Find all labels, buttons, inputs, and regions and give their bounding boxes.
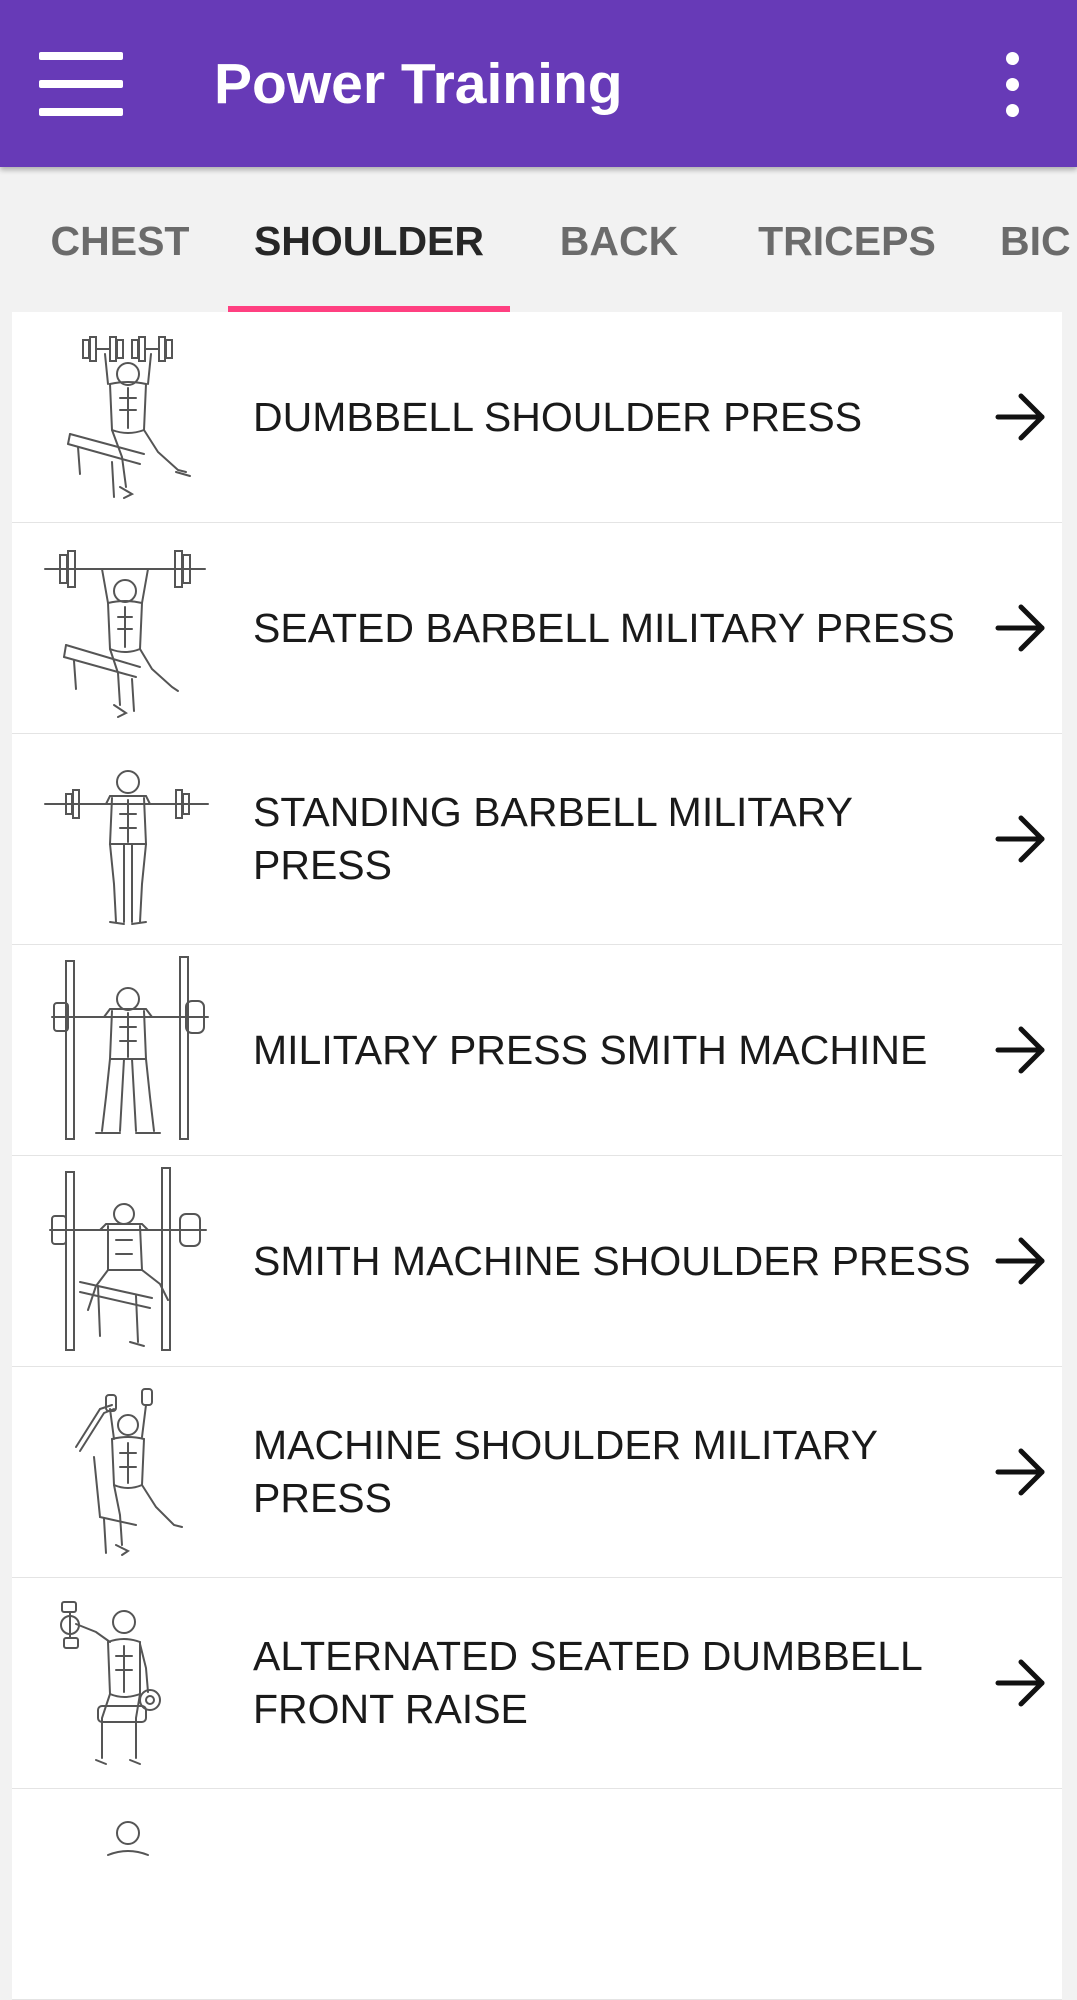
exercise-name: MACHINE SHOULDER MILITARY PRESS: [253, 1422, 878, 1521]
list-item[interactable]: SMITH MACHINE SHOULDER PRESS: [12, 1156, 1062, 1367]
standing-barbell-press-figure: [44, 770, 209, 925]
app-title: Power Training: [214, 52, 623, 116]
list-item[interactable]: SEATED BARBELL MILITARY PRESS: [12, 523, 1062, 734]
list-item[interactable]: MILITARY PRESS SMITH MACHINE: [12, 945, 1062, 1156]
smith-machine-seated-figure: [49, 1167, 207, 1351]
tab-biceps[interactable]: BIC: [1000, 167, 1077, 312]
exercise-name: SEATED BARBELL MILITARY PRESS: [253, 604, 955, 651]
list-item[interactable]: MACHINE SHOULDER MILITARY PRESS: [12, 1367, 1062, 1578]
arrow-right-icon[interactable]: [995, 813, 1047, 865]
tab-back[interactable]: BACK: [510, 167, 728, 312]
arrow-right-icon[interactable]: [995, 1235, 1047, 1287]
exercise-name: SMITH MACHINE SHOULDER PRESS: [253, 1237, 971, 1284]
app-bar: Power Training: [0, 0, 1077, 167]
more-vertical-icon[interactable]: [980, 52, 1044, 118]
tab-triceps[interactable]: TRICEPS: [728, 167, 966, 312]
seated-barbell-press-figure: [44, 550, 206, 718]
exercise-name: DUMBBELL SHOULDER PRESS: [253, 393, 863, 440]
seated-dumbbell-press-figure: [67, 336, 191, 499]
tab-shoulder[interactable]: SHOULDER: [228, 167, 510, 312]
list-item[interactable]: [12, 1789, 1062, 2000]
exercise-name: ALTERNATED SEATED DUMBBELL FRONT RAISE: [253, 1633, 922, 1732]
tab-chest[interactable]: CHEST: [12, 167, 228, 312]
exercise-name: [253, 1789, 993, 1999]
machine-press-figure: [75, 1388, 183, 1556]
category-tabs: CHEST SHOULDER BACK TRICEPS BIC: [0, 167, 1077, 312]
arrow-right-icon[interactable]: [995, 1024, 1047, 1076]
seated-front-raise-figure: [60, 1601, 161, 1765]
arrow-right-icon[interactable]: [995, 1446, 1047, 1498]
partial-figure: [107, 1821, 149, 1856]
arrow-right-icon[interactable]: [995, 1657, 1047, 1709]
exercise-list: DUMBBELL SHOULDER PRESS SEATED BARBELL M…: [12, 312, 1062, 2000]
selected-tab-indicator: [228, 306, 510, 312]
list-item[interactable]: STANDING BARBELL MILITARY PRESS: [12, 734, 1062, 945]
exercise-name: MILITARY PRESS SMITH MACHINE: [253, 1026, 928, 1073]
list-item[interactable]: ALTERNATED SEATED DUMBBELL FRONT RAISE: [12, 1578, 1062, 1789]
hamburger-menu-icon[interactable]: [22, 38, 140, 130]
arrow-right-icon[interactable]: [995, 602, 1047, 654]
smith-machine-standing-figure: [51, 956, 209, 1140]
arrow-right-icon[interactable]: [995, 391, 1047, 443]
exercise-name: STANDING BARBELL MILITARY PRESS: [253, 789, 853, 888]
list-item[interactable]: DUMBBELL SHOULDER PRESS: [12, 312, 1062, 523]
